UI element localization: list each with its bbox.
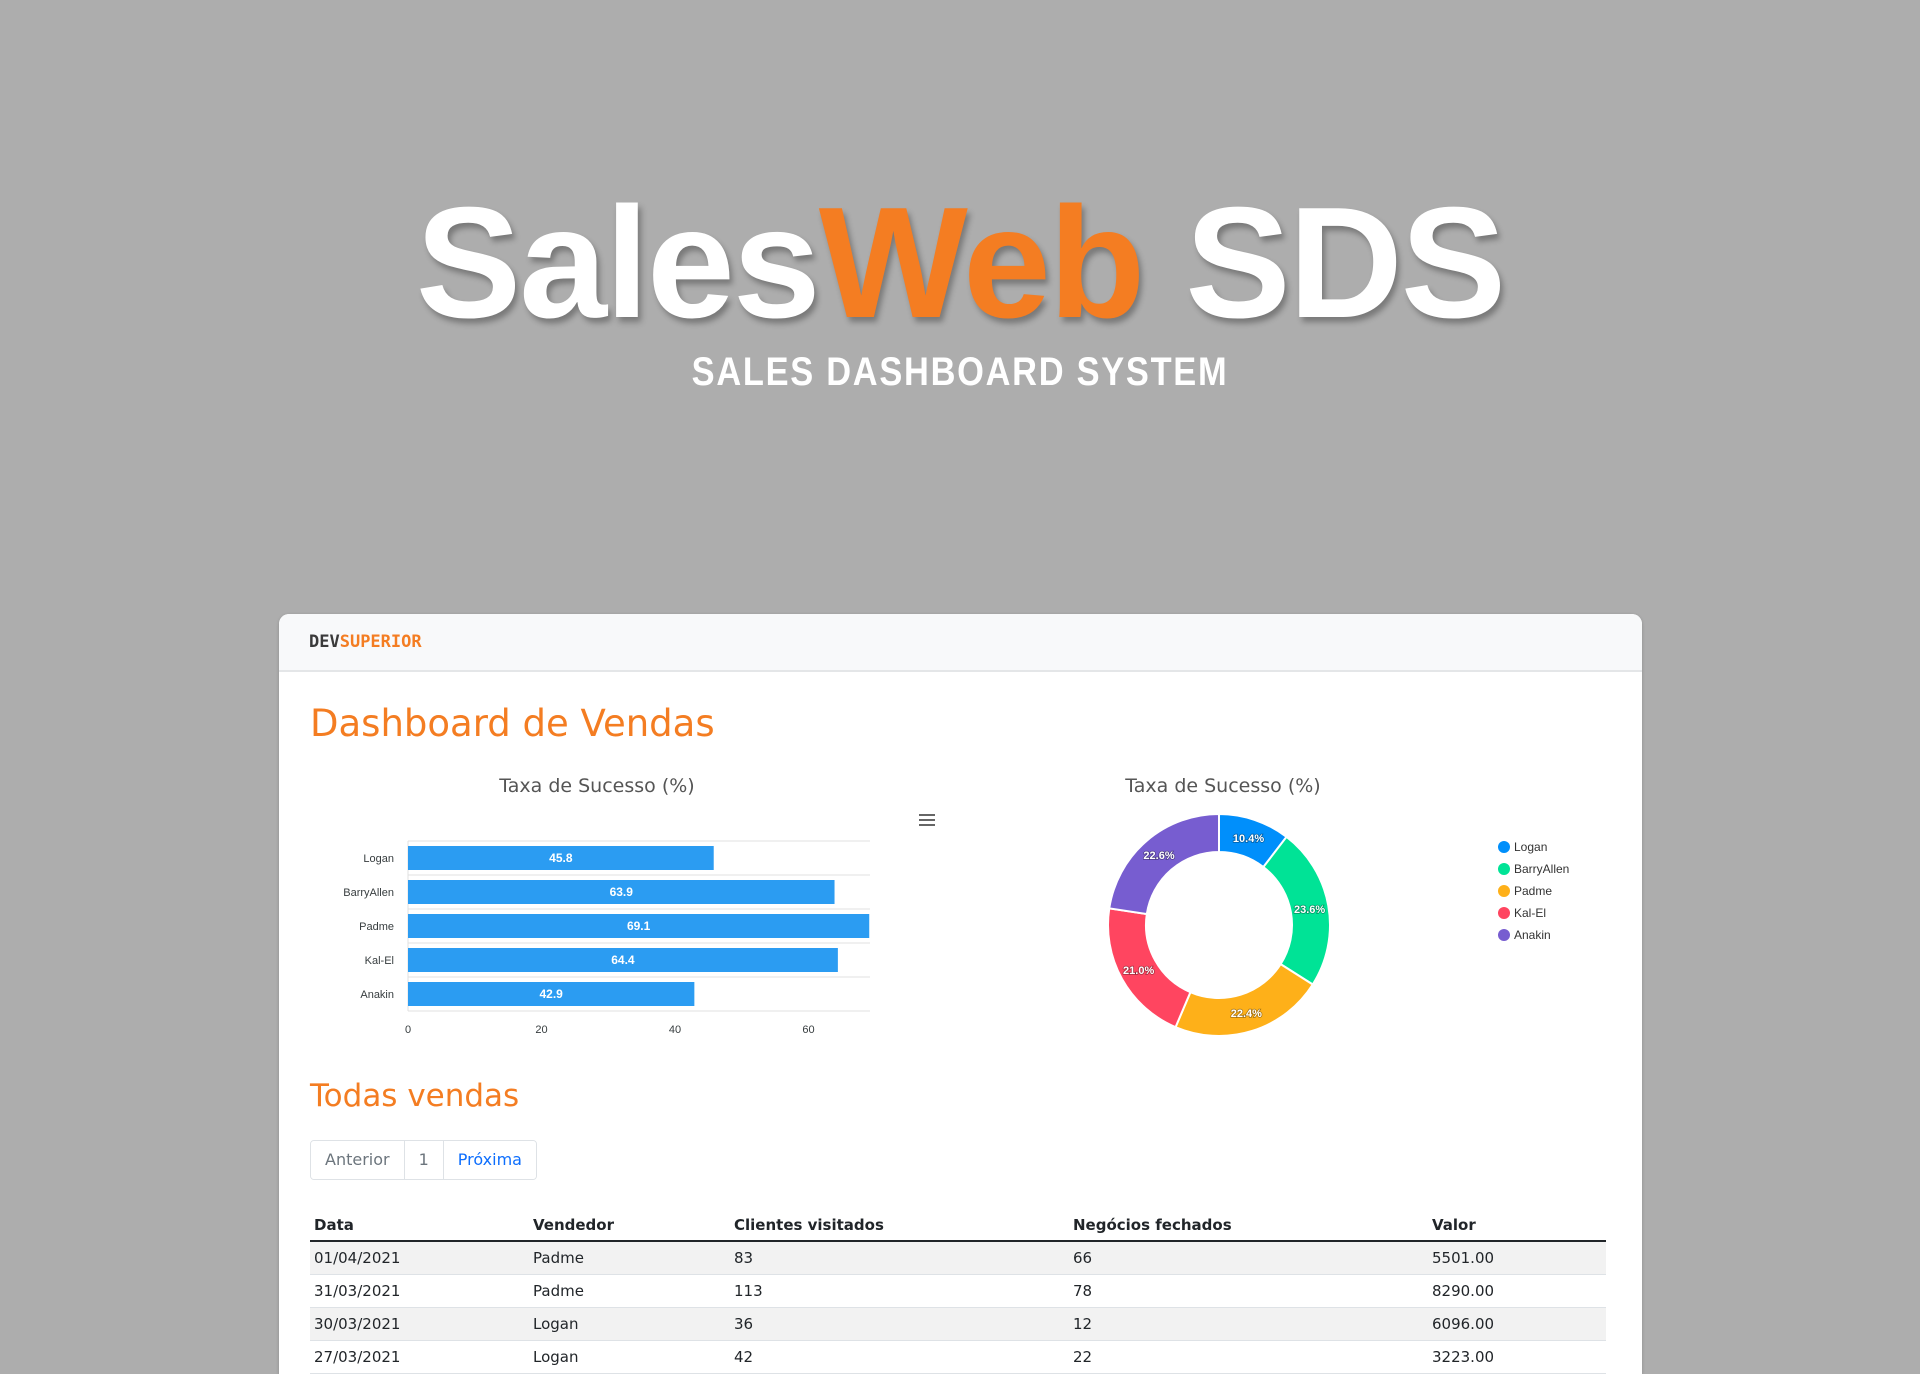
pagination-page-1[interactable]: 1	[404, 1141, 444, 1179]
cell-data: 01/04/2021	[310, 1241, 529, 1275]
cell-negocios: 78	[1069, 1274, 1428, 1308]
table-row: 31/03/2021 Padme 113 78 8290.00	[310, 1274, 1606, 1308]
cell-data: 27/03/2021	[310, 1340, 529, 1374]
bar-category-label: Logan	[363, 853, 394, 865]
cell-data: 30/03/2021	[310, 1307, 529, 1341]
cell-clientes: 83	[730, 1241, 1069, 1275]
col-header-vendedor[interactable]: Vendedor	[529, 1200, 730, 1242]
bar-category-label: Padme	[359, 921, 394, 933]
donut-legend: Logan BarryAllen Padme Kal-El Anakin	[1498, 836, 1569, 946]
legend-label: Anakin	[1514, 928, 1551, 942]
legend-label: Kal-El	[1514, 906, 1547, 920]
bar-category-label: Kal-El	[365, 955, 394, 967]
bar-category-label: Anakin	[360, 989, 394, 1001]
hero-title-web: Web	[818, 175, 1146, 351]
donut-chart-title: Taxa de Sucesso (%)	[1125, 775, 1321, 797]
donut-slice-padme	[1174, 962, 1315, 1037]
cell-vendedor: Padme	[529, 1241, 730, 1275]
cell-negocios: 66	[1069, 1241, 1428, 1275]
bar-value-label: 69.1	[627, 919, 651, 933]
bar-chart-title: Taxa de Sucesso (%)	[499, 775, 695, 797]
donut-value-label: 23.6%	[1294, 904, 1325, 916]
bar-value-label: 42.9	[539, 987, 563, 1001]
table-row: 30/03/2021 Logan 36 12 6096.00	[310, 1307, 1606, 1341]
table-header-row: Data Vendedor Clientes visitados Negócio…	[310, 1200, 1606, 1242]
brand-dev: DEV	[309, 632, 340, 652]
bar-category-label: BarryAllen	[343, 887, 394, 899]
legend-marker	[1498, 863, 1510, 875]
brand-superior: SUPERIOR	[339, 632, 422, 652]
donut-value-label: 10.4%	[1233, 833, 1264, 845]
bar-value-label: 45.8	[549, 851, 573, 865]
hero-banner: SalesWeb SDS SALES DASHBOARD SYSTEM	[0, 0, 1920, 500]
legend-item[interactable]: BarryAllen	[1498, 858, 1569, 880]
col-header-valor[interactable]: Valor	[1428, 1200, 1606, 1242]
col-header-clientes[interactable]: Clientes visitados	[730, 1200, 1069, 1242]
donut-chart: 10.4% 23.6% 22.4% 21.0% 22.6%	[1107, 812, 1331, 1037]
hero-title: SalesWeb SDS	[0, 183, 1920, 343]
hero-subtitle: SALES DASHBOARD SYSTEM	[691, 350, 1229, 394]
donut-value-label: 21.0%	[1123, 965, 1154, 977]
cell-valor: 3223.00	[1428, 1340, 1606, 1374]
table-row: 01/04/2021 Padme 83 66 5501.00	[310, 1241, 1606, 1275]
cell-vendedor: Logan	[529, 1340, 730, 1374]
cell-negocios: 22	[1069, 1340, 1428, 1374]
donut-slice-anakin	[1108, 812, 1220, 916]
legend-marker	[1498, 929, 1510, 941]
app-window: DEVSUPERIOR Dashboard de Vendas Taxa de …	[279, 614, 1642, 1374]
cell-valor: 5501.00	[1428, 1241, 1606, 1275]
col-header-data[interactable]: Data	[310, 1200, 529, 1242]
cell-clientes: 42	[730, 1340, 1069, 1374]
table-row: 27/03/2021 Logan 42 22 3223.00	[310, 1340, 1606, 1374]
pagination: Anterior 1 Próxima	[310, 1140, 537, 1180]
bar-value-label: 64.4	[611, 953, 635, 967]
cell-vendedor: Logan	[529, 1307, 730, 1341]
cell-clientes: 36	[730, 1307, 1069, 1341]
bar-chart: 45.8 Logan 63.9 BarryAllen 69.1 Padme 64.4 Kal-…	[343, 840, 870, 1036]
legend-item[interactable]: Logan	[1498, 836, 1569, 858]
pagination-prev[interactable]: Anterior	[311, 1141, 405, 1179]
legend-label: BarryAllen	[1514, 862, 1570, 876]
pagination-next[interactable]: Próxima	[443, 1141, 536, 1179]
x-tick-label: 40	[669, 1024, 681, 1036]
cell-data: 31/03/2021	[310, 1274, 529, 1308]
x-tick-label: 20	[535, 1024, 547, 1036]
legend-marker	[1498, 907, 1510, 919]
legend-marker	[1498, 841, 1510, 853]
brand-logo[interactable]: DEVSUPERIOR	[309, 632, 422, 652]
page-title: Dashboard de Vendas	[310, 702, 715, 745]
legend-marker	[1498, 885, 1510, 897]
cell-valor: 6096.00	[1428, 1307, 1606, 1341]
legend-item[interactable]: Kal-El	[1498, 902, 1569, 924]
col-header-negocios[interactable]: Negócios fechados	[1069, 1200, 1428, 1242]
cell-valor: 8290.00	[1428, 1274, 1606, 1308]
donut-value-label: 22.6%	[1143, 850, 1174, 862]
legend-label: Padme	[1514, 884, 1553, 898]
x-tick-label: 0	[405, 1024, 411, 1036]
x-tick-label: 60	[802, 1024, 814, 1036]
legend-label: Logan	[1514, 840, 1548, 854]
bar-value-label: 63.9	[610, 885, 634, 899]
cell-negocios: 12	[1069, 1307, 1428, 1341]
cell-vendedor: Padme	[529, 1274, 730, 1308]
sales-section-title: Todas vendas	[310, 1078, 520, 1114]
legend-item[interactable]: Anakin	[1498, 924, 1569, 946]
hero-title-sds: SDS	[1143, 175, 1506, 351]
cell-clientes: 113	[730, 1274, 1069, 1308]
legend-item[interactable]: Padme	[1498, 880, 1569, 902]
donut-value-label: 22.4%	[1231, 1008, 1262, 1020]
hero-title-sales: Sales	[415, 175, 821, 351]
chart-menu-icon[interactable]	[919, 814, 935, 828]
navbar: DEVSUPERIOR	[279, 614, 1642, 672]
